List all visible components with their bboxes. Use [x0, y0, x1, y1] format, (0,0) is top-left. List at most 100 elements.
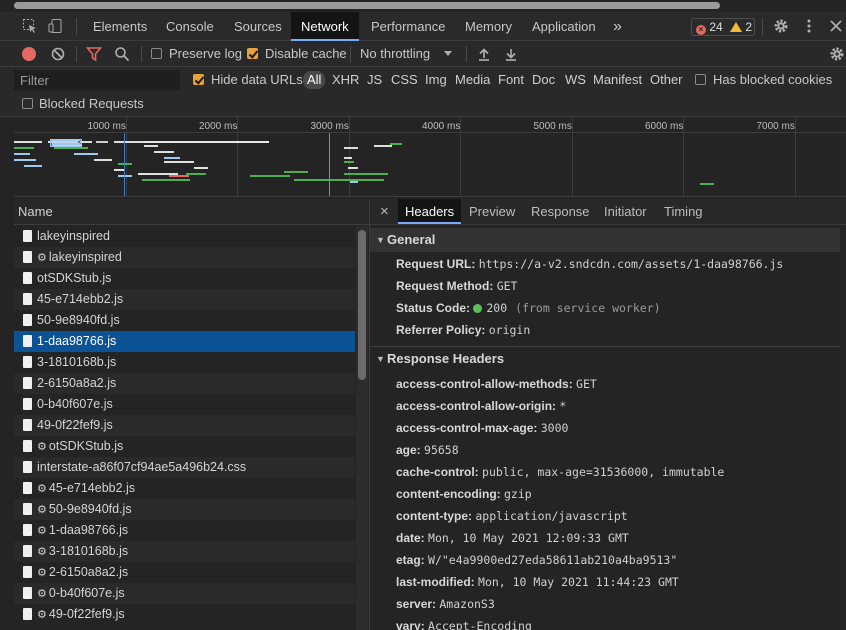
header-row: cache-control: public, max-age=31536000,…: [396, 461, 724, 483]
more-options-kebab-icon[interactable]: [801, 18, 817, 34]
blocked-requests-row: Blocked Requests: [0, 93, 846, 117]
filter-type-font[interactable]: Font: [498, 71, 524, 89]
name-column-header[interactable]: Name: [14, 199, 369, 225]
tab-console[interactable]: Console: [166, 12, 214, 41]
warning-count: 2: [745, 20, 753, 34]
tab-elements[interactable]: Elements: [93, 12, 147, 41]
request-name: otSDKStub.js: [48, 439, 124, 453]
import-har-upload-icon[interactable]: [476, 46, 492, 62]
request-row[interactable]: ⚙ 49-0f22fef9.js: [14, 604, 355, 625]
chevron-down-icon[interactable]: [444, 51, 452, 56]
disable-cache-label[interactable]: Disable cache: [265, 46, 347, 61]
request-row[interactable]: ⚙ 0-b40f607e.js: [14, 583, 355, 604]
device-toolbar-icon[interactable]: [48, 18, 64, 34]
request-list-scrollbar[interactable]: [356, 226, 368, 630]
filter-type-js[interactable]: JS: [367, 71, 382, 89]
hide-data-urls-label[interactable]: Hide data URLs: [211, 72, 303, 87]
search-icon[interactable]: [114, 46, 130, 62]
detail-tab-preview[interactable]: Preview: [469, 199, 515, 224]
request-row[interactable]: 0-b40f607e.js: [14, 394, 355, 415]
request-row[interactable]: ⚙ lakeyinspired: [14, 247, 355, 268]
tab-performance[interactable]: Performance: [371, 12, 445, 41]
response-headers-section-header[interactable]: ▼ Response Headers: [370, 347, 840, 371]
request-row[interactable]: ⚙ otSDKStub.js: [14, 436, 355, 457]
filter-type-ws[interactable]: WS: [565, 71, 586, 89]
request-row[interactable]: 3-1810168b.js: [14, 352, 355, 373]
tab-memory[interactable]: Memory: [465, 12, 512, 41]
service-worker-gear-icon: ⚙: [37, 609, 47, 621]
waterfall-bar: [14, 153, 30, 155]
issues-counter-badge[interactable]: × 24 2: [691, 18, 755, 36]
request-row[interactable]: interstate-a86f07cf94ae5a496b24.css: [14, 457, 355, 478]
request-row[interactable]: ⚙ 50-9e8940fd.js: [14, 499, 355, 520]
filter-type-media[interactable]: Media: [455, 71, 490, 89]
hide-data-urls-checkbox[interactable]: [193, 74, 204, 85]
request-row[interactable]: 1-daa98766.js: [14, 331, 355, 352]
blocked-requests-label[interactable]: Blocked Requests: [39, 96, 144, 111]
request-name: 50-9e8940fd.js: [37, 313, 120, 327]
request-row[interactable]: ⚙ 2-6150a8a2.js: [14, 562, 355, 583]
export-har-download-icon[interactable]: [503, 46, 519, 62]
service-worker-gear-icon: ⚙: [37, 567, 47, 579]
record-stop-button[interactable]: [22, 47, 36, 61]
detail-tab-initiator[interactable]: Initiator: [604, 199, 647, 224]
throttling-select[interactable]: No throttling: [360, 46, 430, 61]
network-settings-gear-icon[interactable]: [829, 46, 845, 62]
more-tabs-chevron-icon[interactable]: »: [613, 12, 622, 41]
clear-icon[interactable]: [50, 46, 66, 62]
has-blocked-cookies-checkbox[interactable]: [695, 74, 706, 85]
tab-application[interactable]: Application: [532, 12, 596, 41]
file-icon: [23, 503, 32, 515]
filter-type-manifest[interactable]: Manifest: [593, 71, 642, 89]
inspect-element-icon[interactable]: [22, 18, 38, 34]
settings-gear-icon[interactable]: [773, 18, 789, 34]
request-row[interactable]: 45-e714ebb2.js: [14, 289, 355, 310]
request-name: lakeyinspired: [48, 250, 122, 264]
disable-cache-checkbox[interactable]: [247, 48, 258, 59]
filter-type-all[interactable]: All: [303, 71, 326, 89]
request-row[interactable]: otSDKStub.js: [14, 268, 355, 289]
close-devtools-icon[interactable]: [828, 18, 844, 34]
selected-request-highlight: [50, 139, 82, 147]
detail-tab-headers[interactable]: Headers: [398, 199, 462, 224]
request-row[interactable]: 49-0f22fef9.js: [14, 415, 355, 436]
blocked-requests-checkbox[interactable]: [22, 98, 33, 109]
request-row[interactable]: 2-6150a8a2.js: [14, 373, 355, 394]
filter-type-css[interactable]: CSS: [391, 71, 418, 89]
scrollbar-thumb[interactable]: [14, 2, 720, 9]
expand-triangle-icon[interactable]: ▼: [376, 347, 385, 371]
request-row[interactable]: ⚙ 1-daa98766.js: [14, 520, 355, 541]
filter-input[interactable]: [14, 70, 180, 90]
preserve-log-checkbox[interactable]: [151, 48, 162, 59]
filter-type-other[interactable]: Other: [650, 71, 683, 89]
expand-triangle-icon[interactable]: ▼: [376, 228, 385, 252]
general-section-header[interactable]: ▼ General: [370, 228, 840, 252]
service-worker-gear-icon: ⚙: [37, 483, 47, 495]
request-row[interactable]: 50-9e8940fd.js: [14, 310, 355, 331]
request-row[interactable]: ⚙ 3-1810168b.js: [14, 541, 355, 562]
filter-funnel-icon[interactable]: [85, 46, 103, 62]
page-horizontal-scrollbar[interactable]: [0, 0, 846, 12]
header-row: access-control-allow-methods: GET: [396, 373, 597, 395]
file-icon: [23, 377, 32, 389]
request-name: 2-6150a8a2.js: [48, 565, 129, 579]
header-value: GET: [576, 377, 597, 391]
detail-tab-timing[interactable]: Timing: [664, 199, 703, 224]
tab-network[interactable]: Network: [291, 12, 359, 41]
filter-type-img[interactable]: Img: [425, 71, 447, 89]
has-blocked-cookies-label[interactable]: Has blocked cookies: [713, 72, 832, 87]
tab-sources[interactable]: Sources: [234, 12, 282, 41]
filter-type-xhr[interactable]: XHR: [332, 71, 359, 89]
close-detail-icon[interactable]: ×: [380, 199, 389, 224]
detail-tab-response[interactable]: Response: [531, 199, 590, 224]
request-row[interactable]: lakeyinspired: [14, 226, 355, 247]
network-overview-timeline[interactable]: 1000 ms 2000 ms 3000 ms 4000 ms 5000 ms 6000 …: [14, 117, 846, 197]
preserve-log-label[interactable]: Preserve log: [169, 46, 242, 61]
status-ok-dot-icon: [473, 304, 483, 313]
scrollbar-thumb[interactable]: [358, 230, 366, 380]
request-row[interactable]: ⚙ 45-e714ebb2.js: [14, 478, 355, 499]
section-title: General: [387, 232, 436, 247]
filter-type-doc[interactable]: Doc: [532, 71, 555, 89]
file-icon: [23, 398, 32, 410]
header-value: https://a-v2.sndcdn.com/assets/1-daa9876…: [478, 257, 784, 271]
